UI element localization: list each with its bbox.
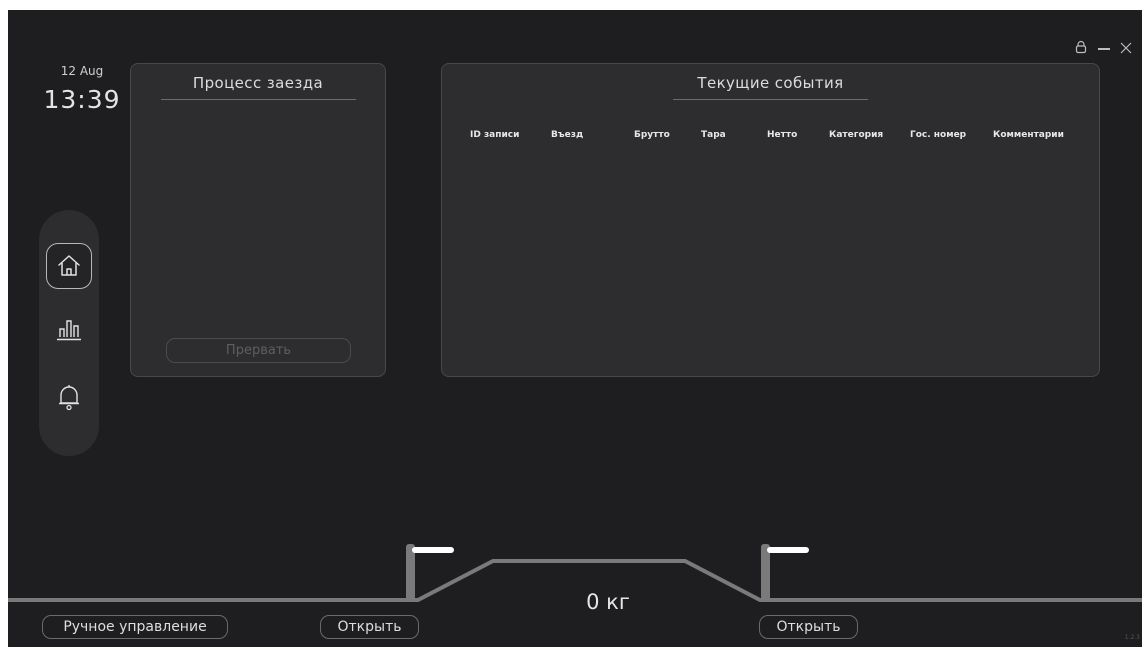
open-right-gate-button[interactable]: Открыть — [759, 615, 858, 639]
column-header[interactable]: Категория — [829, 130, 883, 140]
home-icon — [58, 255, 80, 276]
column-header[interactable]: Брутто — [634, 130, 670, 140]
column-header[interactable]: Гос. номер — [910, 130, 966, 140]
sidebar-item-stats[interactable] — [46, 306, 92, 352]
clock: 13:39 — [43, 85, 121, 114]
column-header[interactable]: ID записи — [470, 130, 519, 140]
app-window: 12 Aug 13:39 Процесс заезда Прервать Тек… — [8, 10, 1142, 647]
process-panel-title: Процесс заезда — [192, 74, 324, 92]
minimize-button[interactable] — [1098, 48, 1110, 50]
bar-chart-icon — [57, 320, 81, 341]
column-header[interactable]: Тара — [701, 130, 726, 140]
close-icon — [1120, 42, 1132, 54]
title-underline — [673, 99, 868, 100]
lock-icon[interactable] — [1074, 40, 1088, 58]
column-header[interactable]: Комментарии — [993, 130, 1064, 140]
title-underline — [161, 99, 356, 100]
sidebar-item-notifications[interactable] — [46, 374, 92, 420]
events-panel: Текущие события — [441, 63, 1100, 377]
date-label: 12 Aug — [60, 64, 104, 78]
sidebar-item-home[interactable] — [46, 243, 92, 289]
sidebar — [39, 210, 99, 456]
column-header[interactable]: Въезд — [551, 130, 583, 140]
manual-control-button[interactable]: Ручное управление — [42, 615, 228, 639]
close-button[interactable] — [1120, 39, 1132, 58]
process-panel: Процесс заезда Прервать — [130, 63, 386, 377]
right-barrier — [761, 544, 809, 600]
version-label: 1.2.3 — [1124, 634, 1140, 641]
abort-button[interactable]: Прервать — [166, 338, 351, 363]
bell-icon — [59, 385, 79, 411]
weight-readout: 0 кг — [586, 590, 630, 614]
column-header[interactable]: Нетто — [767, 130, 797, 140]
open-left-gate-button[interactable]: Открыть — [320, 615, 419, 639]
events-panel-title: Текущие события — [697, 74, 844, 92]
